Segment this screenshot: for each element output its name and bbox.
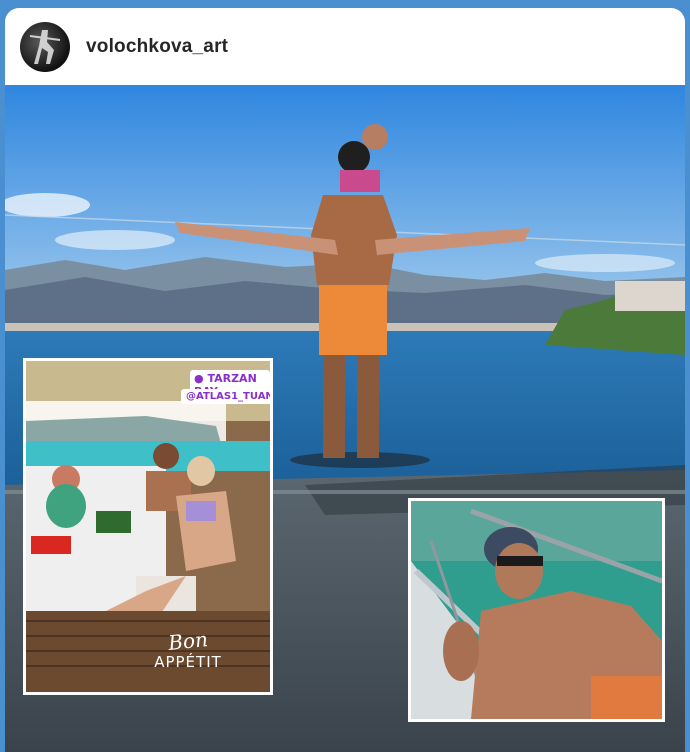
story-photo-selfie bbox=[411, 501, 662, 719]
mention-tag[interactable]: @ATLAS1_TUANAB7 bbox=[181, 389, 270, 404]
username[interactable]: volochkova_art bbox=[86, 36, 228, 58]
bon-appetit-sticker: Bon APPÉTIT bbox=[138, 627, 238, 671]
location-pin-icon: ● bbox=[194, 372, 204, 385]
post-header: volochkova_art bbox=[5, 8, 685, 85]
profile-avatar[interactable] bbox=[20, 21, 70, 72]
story-screenshot-left[interactable]: ● TARZAN BAY @ATLAS1_TUANAB7 Bon APPÉTIT bbox=[23, 358, 273, 695]
avatar-figure-icon bbox=[29, 29, 61, 64]
story-screenshot-right[interactable] bbox=[408, 498, 665, 722]
